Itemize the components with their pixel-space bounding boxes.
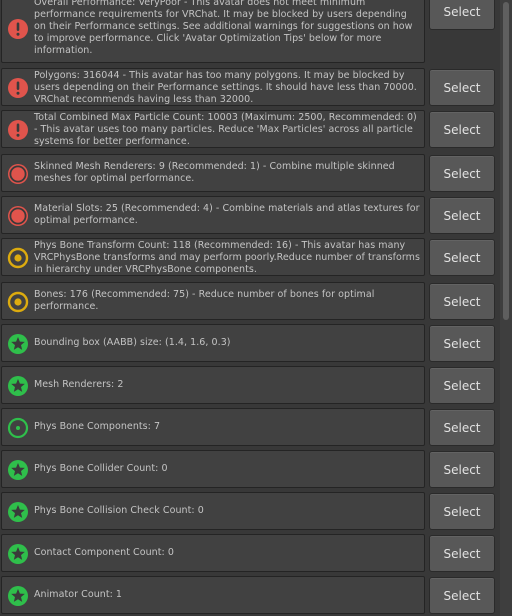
scrollbar-thumb[interactable]	[503, 2, 509, 320]
red-circle-icon	[7, 205, 29, 227]
validation-row: Animator Count: 1 Select	[0, 576, 500, 616]
validation-row: Bounding box (AABB) size: (1.4, 1.6, 0.3…	[0, 324, 500, 366]
error-exclamation-icon	[7, 77, 29, 99]
validation-message-text: Animator Count: 1	[34, 589, 123, 600]
select-button[interactable]: Select	[429, 197, 495, 234]
validation-message-text: Bounding box (AABB) size: (1.4, 1.6, 0.3…	[34, 337, 231, 348]
validation-message-text: Overall Performance: VeryPoor - This ava…	[34, 0, 413, 56]
validation-message-box: Contact Component Count: 0	[1, 534, 425, 572]
select-button[interactable]: Select	[429, 111, 495, 148]
validation-message-box: Phys Bone Components: 7	[1, 408, 425, 446]
select-button[interactable]: Select	[429, 367, 495, 404]
validation-message-box: Phys Bone Collider Count: 0	[1, 450, 425, 488]
validation-message-box: Overall Performance: VeryPoor - This ava…	[1, 0, 425, 63]
validation-message-box: Mesh Renderers: 2	[1, 366, 425, 404]
green-star-icon	[7, 585, 29, 607]
validation-message-text: Polygons: 316044 - This avatar has too m…	[34, 70, 417, 105]
validation-row: Mesh Renderers: 2 Select	[0, 366, 500, 408]
green-star-icon	[7, 501, 29, 523]
vertical-scrollbar[interactable]	[500, 0, 512, 616]
validation-row: Phys Bone Collision Check Count: 0 Select	[0, 492, 500, 534]
select-button[interactable]: Select	[429, 325, 495, 362]
validation-row: Phys Bone Components: 7 Select	[0, 408, 500, 450]
validation-message-text: Phys Bone Collider Count: 0	[34, 463, 168, 474]
validation-message-box: Total Combined Max Particle Count: 10003…	[1, 110, 425, 148]
validation-message-box: Phys Bone Transform Count: 118 (Recommen…	[1, 238, 425, 276]
validation-row: Bones: 176 (Recommended: 75) - Reduce nu…	[0, 282, 500, 324]
green-ring-icon	[7, 417, 29, 439]
validation-message-text: Mesh Renderers: 2	[34, 379, 124, 390]
validation-message-text: Phys Bone Transform Count: 118 (Recommen…	[34, 240, 420, 275]
select-button[interactable]: Select	[429, 577, 495, 614]
green-star-icon	[7, 333, 29, 355]
validation-message-text: Total Combined Max Particle Count: 10003…	[34, 112, 417, 147]
select-button[interactable]: Select	[429, 283, 495, 320]
validation-message-text: Phys Bone Collision Check Count: 0	[34, 505, 204, 516]
validation-message-text: Skinned Mesh Renderers: 9 (Recommended: …	[34, 161, 395, 184]
select-button[interactable]: Select	[429, 409, 495, 446]
error-exclamation-icon	[7, 18, 29, 40]
validation-row: Phys Bone Collider Count: 0 Select	[0, 450, 500, 492]
validation-message-box: Phys Bone Collision Check Count: 0	[1, 492, 425, 530]
validation-row: Total Combined Max Particle Count: 10003…	[0, 110, 500, 152]
select-button[interactable]: Select	[429, 69, 495, 106]
yellow-ring-icon	[7, 247, 29, 269]
green-star-icon	[7, 543, 29, 565]
select-button[interactable]: Select	[429, 493, 495, 530]
validation-message-box: Polygons: 316044 - This avatar has too m…	[1, 68, 425, 106]
select-button[interactable]: Select	[429, 535, 495, 572]
validation-row: Polygons: 316044 - This avatar has too m…	[0, 68, 500, 110]
validation-row: Phys Bone Transform Count: 118 (Recommen…	[0, 238, 500, 280]
select-button[interactable]: Select	[429, 0, 495, 30]
validation-message-text: Material Slots: 25 (Recommended: 4) - Co…	[34, 203, 420, 226]
validation-message-text: Contact Component Count: 0	[34, 547, 174, 558]
validation-row: Material Slots: 25 (Recommended: 4) - Co…	[0, 196, 500, 238]
validation-row: Skinned Mesh Renderers: 9 (Recommended: …	[0, 154, 500, 196]
validation-message-box: Material Slots: 25 (Recommended: 4) - Co…	[1, 196, 425, 234]
validation-message-box: Animator Count: 1	[1, 576, 425, 614]
validation-row: Overall Performance: VeryPoor - This ava…	[0, 0, 500, 67]
validation-message-box: Skinned Mesh Renderers: 9 (Recommended: …	[1, 154, 425, 192]
red-circle-icon	[7, 163, 29, 185]
select-button[interactable]: Select	[429, 451, 495, 488]
error-exclamation-icon	[7, 119, 29, 141]
avatar-performance-panel: Overall Performance: VeryPoor - This ava…	[0, 0, 512, 616]
validation-message-box: Bounding box (AABB) size: (1.4, 1.6, 0.3…	[1, 324, 425, 362]
select-button[interactable]: Select	[429, 155, 495, 192]
validation-message-box: Bones: 176 (Recommended: 75) - Reduce nu…	[1, 282, 425, 320]
green-star-icon	[7, 459, 29, 481]
validation-row: Contact Component Count: 0 Select	[0, 534, 500, 576]
select-button[interactable]: Select	[429, 239, 495, 276]
green-star-icon	[7, 375, 29, 397]
validation-message-text: Bones: 176 (Recommended: 75) - Reduce nu…	[34, 289, 375, 312]
validation-message-text: Phys Bone Components: 7	[34, 421, 161, 432]
yellow-ring-icon	[7, 291, 29, 313]
